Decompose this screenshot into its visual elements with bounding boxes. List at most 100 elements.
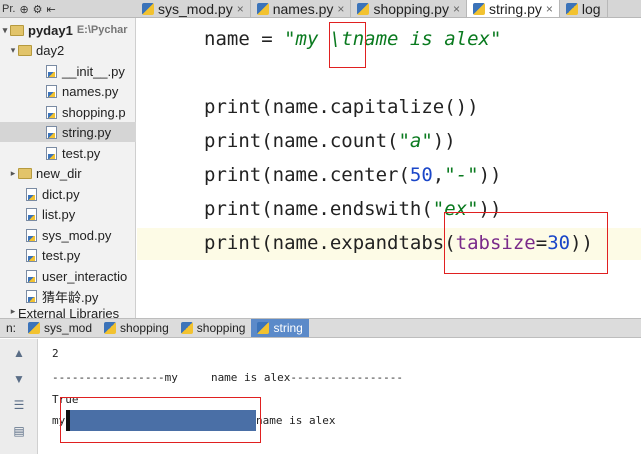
tab-label: sys_mod.py — [158, 1, 233, 17]
annotation-box-output — [60, 397, 261, 443]
editor-tab-bar: Pr. ⊕ ⚙ ⇤ sys_mod.py × names.py × shopping… — [0, 0, 641, 18]
tree-item-external-libraries[interactable]: ▸ External Libraries — [0, 306, 136, 318]
tab-shopping[interactable]: shopping.py × — [351, 0, 467, 17]
tab-sys-mod[interactable]: sys_mod.py × — [136, 0, 251, 17]
tab-string[interactable]: string.py × — [466, 0, 560, 17]
tree-item-label: string.py — [62, 124, 112, 140]
python-file-icon — [26, 207, 37, 221]
tab-log[interactable]: log — [560, 0, 608, 17]
tree-item-user-interaction[interactable]: user_interactio — [0, 266, 136, 286]
python-file-icon — [26, 289, 37, 303]
tree-item-new-dir[interactable]: ▸ new_dir — [0, 163, 136, 183]
code-text: )) — [432, 130, 456, 152]
tree-item-test[interactable]: test.py — [0, 143, 136, 163]
code-text: , — [432, 164, 445, 186]
annotation-box-tab — [329, 22, 366, 68]
code-string: "a" — [398, 130, 433, 152]
run-tab-label: shopping — [120, 321, 169, 335]
run-tab-shopping-2[interactable]: shopping — [175, 319, 252, 337]
run-tab-shopping-1[interactable]: shopping — [98, 319, 175, 337]
python-file-icon — [46, 146, 57, 160]
python-file-icon — [46, 125, 57, 139]
python-file-icon — [142, 3, 154, 15]
code-text: print(name.center( — [204, 164, 410, 186]
tree-item-shopping[interactable]: shopping.p — [0, 102, 136, 122]
code-line-3[interactable]: print(name.count("a")) — [204, 130, 456, 152]
tree-item-label: __init__.py — [62, 63, 125, 79]
run-tab-sys-mod[interactable]: sys_mod — [22, 319, 98, 337]
expand-arrow-icon[interactable]: ▸ — [8, 168, 18, 179]
python-file-icon — [565, 3, 578, 15]
gear-icon[interactable]: ⚙ — [33, 3, 43, 16]
folder-icon — [10, 24, 24, 36]
tree-item-label: 猜年龄.py — [42, 289, 99, 305]
close-icon[interactable]: × — [237, 2, 244, 16]
tab-label: string.py — [488, 1, 542, 17]
folder-icon — [18, 167, 32, 179]
python-icon — [28, 322, 41, 334]
tree-item-label: test.py — [42, 247, 81, 263]
python-file-icon — [46, 105, 57, 119]
close-icon[interactable]: × — [337, 2, 344, 16]
code-number: 50 — [409, 164, 433, 186]
python-file-icon — [26, 187, 37, 201]
code-line-4[interactable]: print(name.center(50,"-")) — [204, 164, 501, 186]
tab-names[interactable]: names.py × — [251, 0, 352, 17]
tree-item-day2[interactable]: ▾ day2 — [0, 40, 136, 60]
console-line: name is alex — [256, 414, 336, 427]
python-file-icon — [26, 269, 37, 283]
collapse-icon[interactable]: ⇤ — [47, 3, 56, 16]
project-toolbar: Pr. ⊕ ⚙ ⇤ — [0, 0, 136, 17]
annotation-box-tabsize — [444, 212, 608, 274]
tree-item-label: day2 — [36, 42, 65, 58]
tree-item-label: list.py — [42, 206, 76, 222]
tab-label: shopping.py — [373, 1, 449, 17]
root-label: pyday1 — [28, 22, 73, 38]
tree-item-dict[interactable]: dict.py — [0, 184, 136, 204]
python-file-icon — [26, 228, 37, 242]
code-line-2[interactable]: print(name.capitalize()) — [204, 96, 479, 118]
close-icon[interactable]: × — [453, 2, 460, 16]
project-label[interactable]: Pr. — [2, 3, 15, 15]
run-tab-label: string — [273, 321, 303, 335]
python-file-icon — [26, 248, 37, 262]
expand-arrow-icon[interactable]: ▸ — [8, 306, 18, 317]
code-string: "-" — [444, 164, 479, 186]
run-tabs-bar: n: sys_mod shopping shopping string — [0, 318, 641, 338]
scroll-down-icon[interactable]: ▼ — [11, 371, 27, 387]
tree-item-list[interactable]: list.py — [0, 204, 136, 224]
python-icon — [104, 322, 117, 334]
tree-item-init[interactable]: __init__.py — [0, 61, 136, 81]
run-label: n: — [6, 321, 17, 335]
code-text: name = — [204, 28, 285, 50]
python-icon — [180, 322, 193, 334]
tree-item-test-root[interactable]: test.py — [0, 245, 136, 265]
console-toolbar: ▲ ▼ ☰ ▤ — [0, 339, 38, 454]
tree-root[interactable]: ▾ pyday1 E:\Pychar — [0, 20, 136, 40]
run-tab-string[interactable]: string — [251, 319, 309, 337]
code-text: )) — [478, 164, 502, 186]
tree-item-sys-mod[interactable]: sys_mod.py — [0, 225, 136, 245]
code-text: print(name.expandtabs( — [204, 232, 456, 254]
tree-item-string[interactable]: string.py — [0, 122, 136, 142]
tree-item-label: user_interactio — [42, 268, 128, 284]
code-text: print(name.capitalize()) — [204, 96, 479, 118]
code-string: "my \tname is alex" — [284, 28, 502, 50]
expand-arrow-icon[interactable]: ▾ — [0, 25, 10, 36]
tree-item-names[interactable]: names.py — [0, 81, 136, 101]
scroll-up-icon[interactable]: ▲ — [11, 345, 27, 361]
project-tree: ▾ pyday1 E:\Pychar ▾ day2 __init__.py names… — [0, 18, 136, 318]
tree-item-label: test.py — [62, 145, 101, 161]
soft-wrap-icon[interactable]: ☰ — [11, 397, 27, 413]
run-tab-label: shopping — [196, 321, 246, 335]
settings-icon[interactable]: ⊕ — [19, 3, 28, 16]
expand-arrow-icon[interactable]: ▾ — [8, 45, 18, 56]
print-icon[interactable]: ▤ — [11, 423, 27, 439]
tab-label: names.py — [272, 1, 334, 17]
console-line: -----------------my name is alex--------… — [52, 371, 403, 384]
python-file-icon — [357, 3, 370, 15]
code-text: print(name.endswith( — [204, 198, 433, 220]
tree-item-guess-age[interactable]: 猜年龄.py — [0, 286, 136, 306]
close-icon[interactable]: × — [546, 2, 553, 16]
tree-item-label: shopping.p — [62, 104, 126, 120]
